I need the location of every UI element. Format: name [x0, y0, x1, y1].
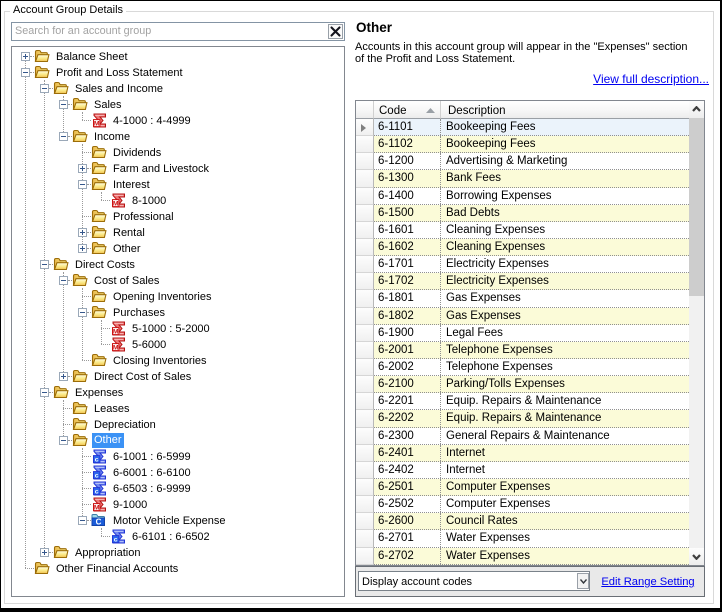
svg-text:M: M	[113, 329, 119, 336]
svg-text:M: M	[113, 201, 119, 208]
svg-text:c: c	[95, 489, 99, 496]
svg-text:c: c	[95, 457, 99, 464]
svg-text:M: M	[94, 505, 100, 512]
svg-text:M: M	[113, 345, 119, 352]
svg-text:M: M	[94, 121, 100, 128]
svg-text:c: c	[114, 537, 118, 544]
svg-text:C: C	[96, 518, 102, 527]
svg-text:c: c	[95, 473, 99, 480]
